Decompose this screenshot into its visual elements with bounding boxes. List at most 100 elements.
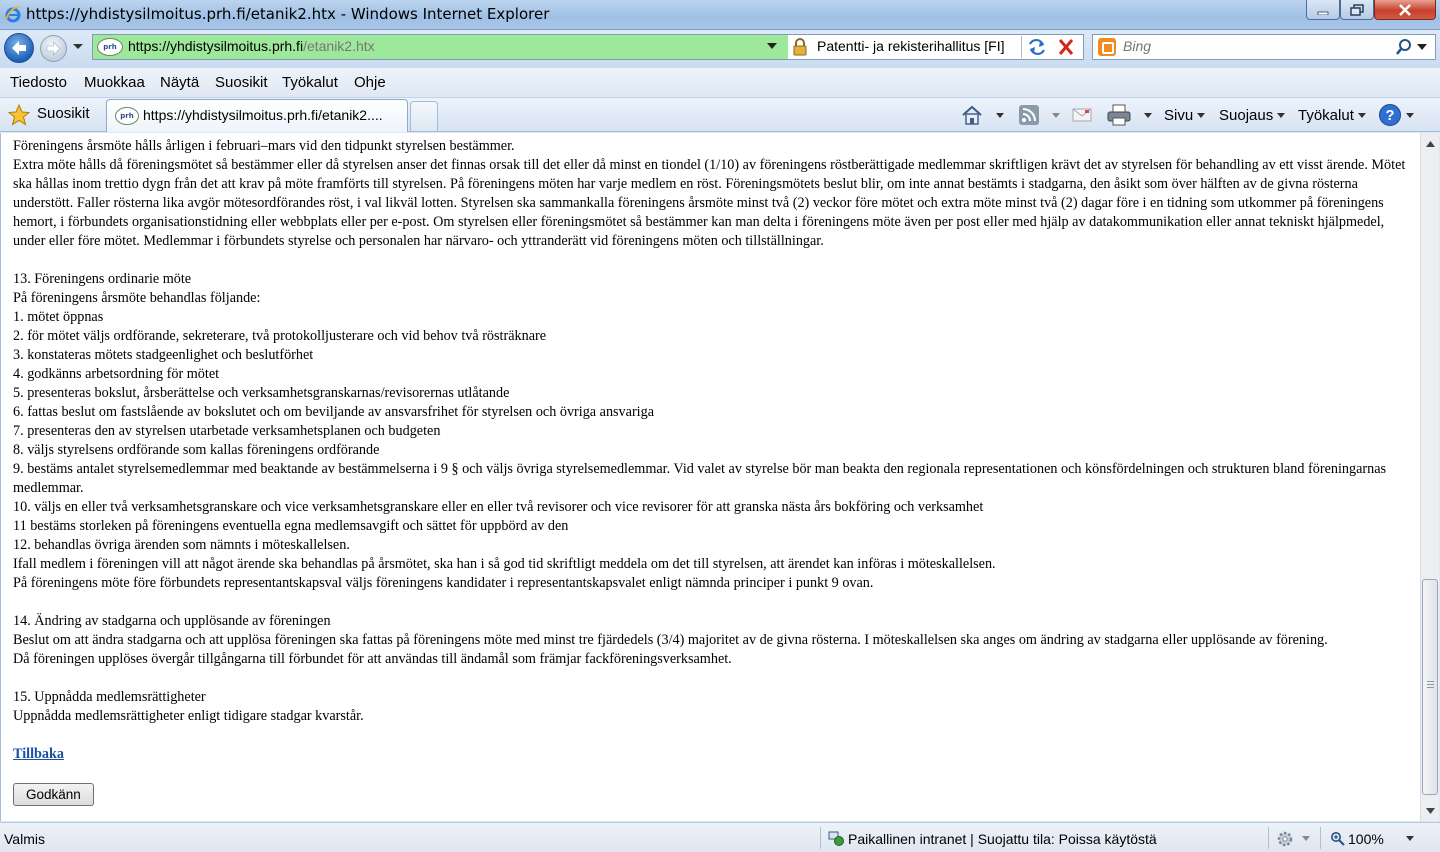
print-dropdown-icon[interactable] bbox=[1144, 112, 1152, 118]
help-button[interactable]: ? bbox=[1378, 104, 1414, 126]
address-divider bbox=[1021, 36, 1022, 58]
address-url[interactable]: https://yhdistysilmoitus.prh.fi/etanik2.… bbox=[128, 38, 375, 54]
menu-tools[interactable]: Työkalut bbox=[282, 74, 338, 91]
scrollbar-grip bbox=[1427, 681, 1434, 690]
minimize-button[interactable] bbox=[1306, 0, 1340, 20]
agenda-item: 11 bestäms storleken på föreningens even… bbox=[13, 518, 569, 534]
favorites-star-icon[interactable] bbox=[8, 104, 30, 126]
bylaws-document: Föreningens årsmöte hålls årligen i febr… bbox=[13, 137, 1413, 806]
approve-button[interactable]: Godkänn bbox=[13, 783, 94, 806]
section-13-intro: På föreningens årsmöte behandlas följand… bbox=[13, 290, 261, 306]
address-bar[interactable]: prh https://yhdistysilmoitus.prh.fi/etan… bbox=[92, 34, 1084, 60]
bing-icon bbox=[1098, 38, 1116, 56]
site-favicon: prh bbox=[97, 38, 123, 56]
title-bar: https://yhdistysilmoitus.prh.fi/etanik2.… bbox=[0, 0, 1440, 30]
zoom-dropdown-icon[interactable] bbox=[1406, 836, 1414, 841]
vertical-scrollbar[interactable] bbox=[1420, 133, 1439, 821]
tools-dropdown-icon bbox=[1357, 112, 1366, 118]
print-button[interactable] bbox=[1106, 104, 1152, 126]
intranet-zone-icon bbox=[828, 831, 844, 846]
minimize-icon bbox=[1317, 11, 1329, 15]
tab-favicon: prh bbox=[115, 107, 139, 125]
url-host: https://yhdistysilmoitus.prh.fi bbox=[128, 38, 304, 54]
section-15-title: 15. Uppnådda medlemsrättigheter bbox=[13, 689, 206, 705]
home-button[interactable] bbox=[960, 104, 1004, 126]
ie-logo-icon bbox=[5, 6, 21, 23]
page-menu-button[interactable]: Sivu bbox=[1164, 104, 1206, 126]
menu-help[interactable]: Ohje bbox=[354, 74, 386, 91]
printer-icon bbox=[1107, 104, 1131, 126]
forward-button[interactable] bbox=[40, 35, 67, 62]
menu-view[interactable]: Näytä bbox=[160, 74, 199, 91]
recent-pages-dropdown-icon[interactable] bbox=[72, 43, 84, 51]
mail-icon bbox=[1072, 108, 1092, 122]
help-icon: ? bbox=[1379, 104, 1401, 126]
back-link[interactable]: Tillbaka bbox=[13, 746, 64, 762]
gear-icon[interactable] bbox=[1276, 830, 1294, 848]
menu-bar: Tiedosto Muokkaa Näytä Suosikit Työkalut… bbox=[0, 68, 1440, 98]
zoom-icon[interactable] bbox=[1330, 831, 1345, 846]
agenda-item: 9. bestäms antalet styrelsemedlemmar med… bbox=[13, 461, 1387, 496]
tab-current-page[interactable]: prh https://yhdistysilmoitus.prh.fi/etan… bbox=[106, 99, 408, 132]
tab-title: https://yhdistysilmoitus.prh.fi/etanik2.… bbox=[143, 107, 383, 123]
scroll-up-button[interactable] bbox=[1422, 135, 1438, 152]
agenda-item: 1. mötet öppnas bbox=[13, 309, 104, 325]
refresh-icon[interactable] bbox=[1025, 37, 1049, 57]
paragraph-extra-meeting: Extra möte hålls då föreningsmötet så be… bbox=[13, 157, 1406, 249]
agenda-item: 4. godkänns arbetsordning för mötet bbox=[13, 366, 220, 382]
section-14-text: Då föreningen upplöses övergår tillgånga… bbox=[13, 651, 732, 667]
scroll-down-icon bbox=[1425, 807, 1435, 814]
search-box bbox=[1092, 34, 1436, 60]
agenda-item: 6. fattas beslut om fastslående av boksl… bbox=[13, 404, 655, 420]
search-icon[interactable] bbox=[1395, 38, 1413, 56]
scroll-down-button[interactable] bbox=[1422, 802, 1438, 819]
site-identity[interactable]: Patentti- ja rekisterihallitus [FI] bbox=[817, 38, 1005, 54]
section-13-title: 13. Föreningens ordinarie möte bbox=[13, 271, 192, 287]
safety-menu-label: Suojaus bbox=[1219, 106, 1274, 124]
agenda-note: Ifall medlem i föreningen vill att något… bbox=[13, 556, 996, 572]
protected-mode-dropdown-icon[interactable] bbox=[1302, 836, 1310, 841]
feeds-button[interactable] bbox=[1018, 104, 1060, 126]
url-path: /etanik2.htx bbox=[303, 38, 375, 54]
restore-icon bbox=[1350, 3, 1364, 16]
menu-file[interactable]: Tiedosto bbox=[10, 74, 67, 91]
status-divider bbox=[820, 827, 821, 849]
lock-icon[interactable] bbox=[791, 38, 809, 56]
status-divider bbox=[1320, 827, 1321, 849]
safety-menu-button[interactable]: Suojaus bbox=[1219, 104, 1286, 126]
security-zone[interactable]: Paikallinen intranet | Suojattu tila: Po… bbox=[848, 831, 1157, 847]
read-mail-button[interactable] bbox=[1072, 104, 1092, 126]
agenda-note: På föreningens möte före förbundets repr… bbox=[13, 575, 874, 591]
search-dropdown-icon[interactable] bbox=[1417, 44, 1427, 51]
tools-menu-button[interactable]: Työkalut bbox=[1298, 104, 1366, 126]
stop-icon[interactable] bbox=[1055, 37, 1077, 57]
back-button[interactable] bbox=[4, 33, 34, 63]
tools-menu-label: Työkalut bbox=[1298, 106, 1354, 124]
agenda-item: 7. presenteras den av styrelsen utarbeta… bbox=[13, 423, 441, 439]
close-window-button[interactable] bbox=[1374, 0, 1436, 20]
section-14-text: Beslut om att ändra stadgarna och att up… bbox=[13, 632, 1328, 648]
scroll-up-icon bbox=[1425, 140, 1435, 147]
zoom-level[interactable]: 100% bbox=[1348, 831, 1384, 847]
help-dropdown-icon[interactable] bbox=[1406, 112, 1414, 118]
close-icon bbox=[1399, 3, 1411, 16]
agenda-item: 5. presenteras bokslut, årsberättelse oc… bbox=[13, 385, 510, 401]
agenda-item: 8. väljs styrelsens ordförande som kalla… bbox=[13, 442, 380, 458]
search-input[interactable] bbox=[1123, 38, 1383, 54]
menu-edit[interactable]: Muokkaa bbox=[84, 74, 145, 91]
status-bar: Valmis Paikallinen intranet | Suojattu t… bbox=[0, 822, 1440, 852]
menu-favorites[interactable]: Suosikit bbox=[215, 74, 268, 91]
page-content: Föreningens årsmöte hålls årligen i febr… bbox=[0, 133, 1420, 821]
home-dropdown-icon[interactable] bbox=[996, 112, 1004, 118]
section-14-title: 14. Ändring av stadgarna och upplösande … bbox=[13, 613, 331, 629]
feeds-dropdown-icon[interactable] bbox=[1052, 112, 1060, 118]
back-arrow-icon bbox=[12, 41, 26, 55]
rss-feed-icon bbox=[1019, 105, 1039, 125]
scrollbar-thumb[interactable] bbox=[1422, 579, 1438, 795]
favorites-button[interactable]: Suosikit bbox=[37, 105, 90, 122]
address-dropdown-icon[interactable] bbox=[767, 43, 777, 50]
new-tab-button[interactable] bbox=[410, 101, 438, 131]
maximize-button[interactable] bbox=[1340, 0, 1374, 20]
page-dropdown-icon bbox=[1197, 112, 1206, 118]
svg-text:?: ? bbox=[1385, 107, 1394, 124]
